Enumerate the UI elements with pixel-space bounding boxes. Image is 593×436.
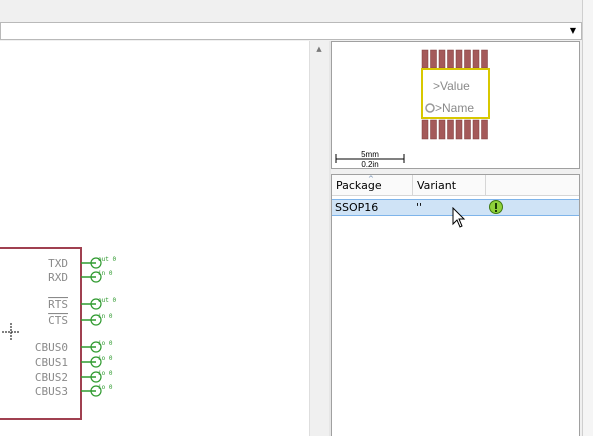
footprint-pads-bottom bbox=[421, 119, 488, 140]
crosshair-icon bbox=[2, 323, 20, 341]
pin-label: RXD bbox=[48, 271, 68, 284]
cell-variant: '' bbox=[416, 201, 423, 214]
top-toolbar-strip bbox=[0, 0, 582, 23]
pin-marker: io 0 bbox=[98, 370, 113, 377]
scroll-up-arrow-icon[interactable]: ▲ bbox=[314, 44, 324, 54]
symbol-pin[interactable]: CBUS0 io 0 bbox=[35, 340, 113, 354]
chevron-down-icon[interactable]: ▼ bbox=[568, 25, 578, 37]
footprint-pad bbox=[430, 49, 437, 69]
footprint-pad bbox=[438, 119, 446, 140]
mouse-cursor-icon bbox=[452, 207, 466, 228]
pin-label: CBUS0 bbox=[35, 341, 68, 354]
footprint-pad bbox=[455, 49, 463, 69]
canvas-scrollbar[interactable]: ▲ bbox=[309, 41, 330, 436]
sort-up-icon: ^ bbox=[368, 175, 374, 183]
footprint-pad bbox=[447, 49, 454, 69]
symbol-pin[interactable]: TXD out 0 bbox=[48, 256, 116, 270]
pin-label: CBUS3 bbox=[35, 385, 68, 398]
pin-marker: out 0 bbox=[98, 297, 116, 304]
footprint-pad bbox=[464, 119, 471, 140]
window-scrollbar[interactable] bbox=[582, 0, 593, 436]
footprint-pad bbox=[421, 119, 429, 140]
cell-package: SSOP16 bbox=[335, 201, 379, 214]
footprint-pad bbox=[430, 119, 437, 140]
footprint-pad bbox=[455, 119, 463, 140]
footprint-pad bbox=[481, 119, 488, 140]
pin-marker: in 0 bbox=[98, 270, 113, 277]
pin-label: CBUS1 bbox=[35, 356, 68, 369]
footprint-pads-top bbox=[421, 49, 488, 69]
pin-marker: io 0 bbox=[98, 355, 113, 362]
column-header-label: Package bbox=[336, 179, 382, 192]
footprint-drawing: >Value >Name 5mm 0.2in bbox=[335, 49, 490, 169]
symbol-drawing: TXD out 0RXD in 0RTS out 0CTS in 0CBUS0 io 0C… bbox=[0, 247, 116, 420]
footprint-pad bbox=[472, 119, 480, 140]
footprint-pad bbox=[464, 49, 471, 69]
warning-icon[interactable] bbox=[489, 200, 503, 214]
footprint-pad bbox=[447, 119, 454, 140]
footprint-pad bbox=[438, 49, 446, 69]
footprint-pad bbox=[472, 49, 480, 69]
symbol-pin[interactable]: CBUS1 io 0 bbox=[35, 355, 113, 369]
name-label: >Name bbox=[435, 101, 474, 115]
value-label: >Value bbox=[433, 79, 470, 93]
pin-label: CTS bbox=[48, 314, 68, 327]
column-header-label: Variant bbox=[417, 179, 457, 192]
footprint-pad bbox=[481, 49, 488, 69]
column-header-empty bbox=[486, 175, 579, 195]
package-preview: >Value >Name 5mm 0.2in bbox=[331, 41, 580, 169]
schematic-canvas[interactable]: TXD out 0 RXD in 0 RTS out 0 CTS in 0 CBUS0 io 0C… bbox=[0, 41, 309, 436]
symbol-pin[interactable]: RTS out 0 bbox=[48, 297, 116, 311]
pin-label: CBUS2 bbox=[35, 371, 68, 384]
column-header-package[interactable]: Package ^ bbox=[332, 175, 413, 195]
column-header-variant[interactable]: Variant bbox=[413, 175, 486, 195]
grid-header: Package ^ Variant bbox=[332, 175, 579, 196]
scale-in: 0.2in bbox=[361, 160, 378, 168]
pin-marker: in 0 bbox=[98, 313, 113, 320]
symbol-pin[interactable]: CBUS2 io 0 bbox=[35, 370, 113, 384]
pin-marker: io 0 bbox=[98, 340, 113, 347]
scale-mm: 5mm bbox=[361, 150, 379, 159]
pin-label: RTS bbox=[48, 298, 68, 311]
library-filter-combo[interactable]: ▼ bbox=[0, 22, 582, 40]
pin-label: TXD bbox=[48, 257, 68, 270]
pin-marker: out 0 bbox=[98, 256, 116, 263]
footprint-pad bbox=[421, 49, 429, 69]
symbol-pin[interactable]: CBUS3 io 0 bbox=[35, 384, 113, 398]
pin-marker: io 0 bbox=[98, 384, 113, 391]
